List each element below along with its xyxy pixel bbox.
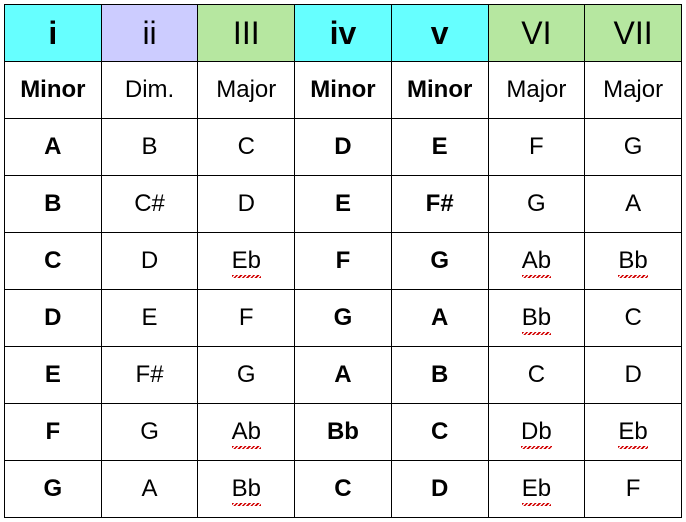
chord-cell: Bb [488, 290, 585, 347]
chord-cell: Bb [198, 461, 295, 518]
chord-cell: D [585, 347, 682, 404]
chord-cell: Eb [198, 233, 295, 290]
chord-cell: Db [488, 404, 585, 461]
quality-VI: Major [488, 62, 585, 119]
chord-cell: A [391, 290, 488, 347]
roman-v: v [391, 5, 488, 62]
chord-cell: D [295, 119, 392, 176]
chord-cell: A [5, 119, 102, 176]
chord-cell: C [585, 290, 682, 347]
chord-cell: Bb [295, 404, 392, 461]
chord-cell: A [585, 176, 682, 233]
roman-VII: VII [585, 5, 682, 62]
chord-cell: D [101, 233, 198, 290]
key-row: DEFGABbC [5, 290, 682, 347]
roman-numeral-row: i ii III iv v VI VII [5, 5, 682, 62]
chord-cell: A [295, 347, 392, 404]
chord-cell: G [5, 461, 102, 518]
chord-cell: Bb [585, 233, 682, 290]
chord-cell: F [585, 461, 682, 518]
chord-cell: E [101, 290, 198, 347]
chord-cell: G [295, 290, 392, 347]
chord-cell: G [101, 404, 198, 461]
key-row: CDEbFGAbBb [5, 233, 682, 290]
key-row: FGAbBbCDbEb [5, 404, 682, 461]
chord-cell: Ab [488, 233, 585, 290]
chord-cell: C# [101, 176, 198, 233]
key-row: EF#GABCD [5, 347, 682, 404]
chord-cell: G [198, 347, 295, 404]
chord-quality-row: Minor Dim. Major Minor Minor Major Major [5, 62, 682, 119]
key-row: ABCDEFG [5, 119, 682, 176]
chord-cell: B [5, 176, 102, 233]
roman-III: III [198, 5, 295, 62]
chord-cell: F [198, 290, 295, 347]
chord-cell: E [295, 176, 392, 233]
quality-ii: Dim. [101, 62, 198, 119]
chord-cell: D [391, 461, 488, 518]
quality-v: Minor [391, 62, 488, 119]
roman-ii: ii [101, 5, 198, 62]
quality-i: Minor [5, 62, 102, 119]
key-row: GABbCDEbF [5, 461, 682, 518]
chord-cell: F [5, 404, 102, 461]
chord-cell: F# [391, 176, 488, 233]
chord-cell: D [5, 290, 102, 347]
chord-cell: B [391, 347, 488, 404]
quality-VII: Major [585, 62, 682, 119]
chord-cell: G [391, 233, 488, 290]
chord-cell: B [101, 119, 198, 176]
chord-cell: F [488, 119, 585, 176]
roman-iv: iv [295, 5, 392, 62]
roman-i: i [5, 5, 102, 62]
chord-cell: Ab [198, 404, 295, 461]
minor-scale-chord-table: i ii III iv v VI VII Minor Dim. Major Mi… [4, 4, 682, 518]
quality-iv: Minor [295, 62, 392, 119]
chord-cell: C [391, 404, 488, 461]
quality-III: Major [198, 62, 295, 119]
chord-cell: C [295, 461, 392, 518]
chord-cell: F [295, 233, 392, 290]
chord-cell: D [198, 176, 295, 233]
chord-cell: C [5, 233, 102, 290]
chord-cell: A [101, 461, 198, 518]
chord-cell: Eb [488, 461, 585, 518]
chord-cell: F# [101, 347, 198, 404]
chord-cell: Eb [585, 404, 682, 461]
chord-cell: G [585, 119, 682, 176]
chord-cell: C [198, 119, 295, 176]
chord-cell: G [488, 176, 585, 233]
chord-cell: E [5, 347, 102, 404]
key-row: BC#DEF#GA [5, 176, 682, 233]
chord-cell: E [391, 119, 488, 176]
chord-cell: C [488, 347, 585, 404]
roman-VI: VI [488, 5, 585, 62]
